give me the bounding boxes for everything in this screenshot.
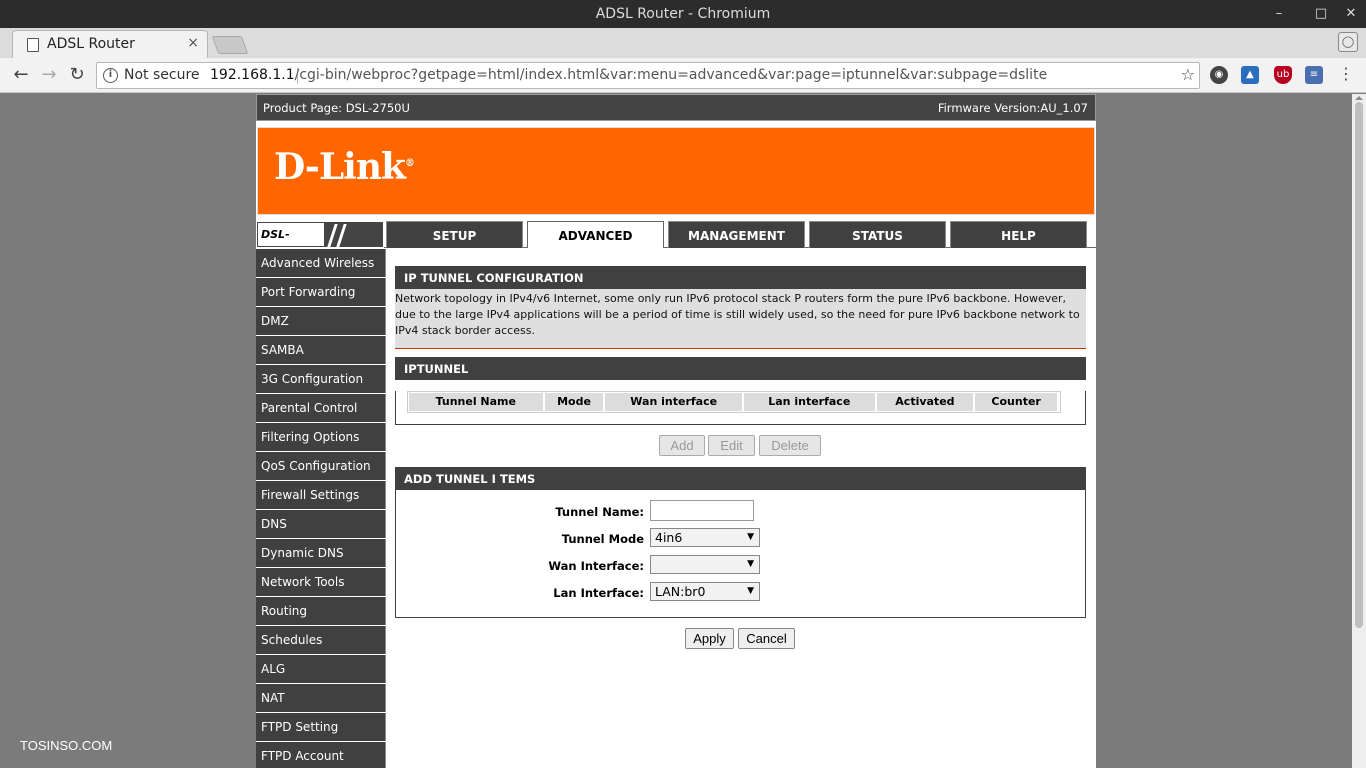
- sidebar-item-ftpd-account[interactable]: FTPD Account: [256, 742, 386, 768]
- column-header: Tunnel Name: [409, 393, 543, 411]
- main-nav: DSL-2750U SETUP ADVANCED MANAGEMENT STAT…: [256, 221, 1096, 264]
- wan-interface-select[interactable]: ▼: [650, 555, 760, 574]
- new-tab-button[interactable]: [211, 36, 249, 54]
- maximize-icon[interactable]: □: [1306, 0, 1336, 28]
- sidebar-item-filtering-options[interactable]: Filtering Options: [256, 423, 386, 451]
- browser-toolbar: ← → ↻ i Not secure 192.168.1.1/cgi-bin/w…: [0, 58, 1366, 93]
- page-scrollbar[interactable]: [1352, 94, 1366, 768]
- lan-interface-label: Lan Interface:: [553, 586, 644, 600]
- tunnel-mode-select[interactable]: 4in6 ▼: [650, 528, 760, 547]
- router-page: Product Page: DSL-2750U Firmware Version…: [256, 94, 1096, 768]
- scroll-thumb[interactable]: [1355, 102, 1363, 628]
- browser-tab[interactable]: ADSL Router ×: [12, 30, 208, 58]
- chevron-down-icon: ▼: [747, 559, 754, 569]
- iptunnel-section-title: IPTUNNEL: [395, 357, 1086, 380]
- tab-strip: ADSL Router × ◯: [0, 28, 1366, 58]
- cancel-button[interactable]: Cancel: [738, 628, 795, 649]
- back-icon[interactable]: ←: [9, 64, 33, 86]
- tab-help[interactable]: HELP: [950, 221, 1087, 248]
- column-header: Mode: [544, 393, 604, 411]
- chevron-down-icon: ▼: [747, 586, 754, 596]
- sidebar-item-parental-control[interactable]: Parental Control: [256, 394, 386, 422]
- sidebar-item-dynamic-dns[interactable]: Dynamic DNS: [256, 539, 386, 567]
- form-action-row: Apply Cancel: [395, 618, 1086, 660]
- add-tunnel-form: Tunnel Name: Tunnel Mode 4in6 ▼ Wan Inter…: [395, 490, 1086, 618]
- tunnel-name-input[interactable]: [650, 500, 754, 521]
- sidebar-item-port-forwarding[interactable]: Port Forwarding: [256, 278, 386, 306]
- product-page: Product Page: DSL-2750U: [263, 101, 410, 115]
- person-icon[interactable]: ◯: [1338, 32, 1358, 52]
- lan-interface-select[interactable]: LAN:br0 ▼: [650, 582, 760, 601]
- firmware-version: Firmware Version:AU_1.07: [937, 101, 1088, 115]
- config-section-title: IP TUNNEL CONFIGURATION: [395, 266, 1086, 289]
- model-label: DSL-2750U: [258, 223, 324, 264]
- tab-management[interactable]: MANAGEMENT: [668, 221, 805, 248]
- menu-icon[interactable]: ⋮: [1338, 64, 1354, 83]
- sidebar-item-qos-configuration[interactable]: QoS Configuration: [256, 452, 386, 480]
- tunnel-name-label: Tunnel Name:: [555, 505, 644, 519]
- iptunnel-table-box: Tunnel Name Mode Wan interface Lan inter…: [395, 391, 1086, 425]
- delete-button[interactable]: Delete: [759, 435, 821, 456]
- page-icon: [27, 38, 39, 52]
- table-action-row: Add Edit Delete: [395, 425, 1086, 467]
- column-header: Wan interface: [605, 393, 742, 411]
- dlink-logo: D-Link®: [274, 146, 415, 188]
- router-topbar: Product Page: DSL-2750U Firmware Version…: [256, 94, 1096, 121]
- apply-button[interactable]: Apply: [685, 628, 734, 649]
- tab-close-icon[interactable]: ×: [187, 35, 199, 51]
- dlink-banner: D-Link®: [257, 127, 1095, 215]
- sidebar-item-ftpd-setting[interactable]: FTPD Setting: [256, 713, 386, 741]
- extension-icon[interactable]: ▲: [1241, 66, 1259, 84]
- iptunnel-table: Tunnel Name Mode Wan interface Lan inter…: [407, 391, 1061, 413]
- address-bar[interactable]: i Not secure 192.168.1.1/cgi-bin/webproc…: [96, 62, 1200, 89]
- tab-advanced[interactable]: ADVANCED: [527, 221, 664, 248]
- info-icon[interactable]: i: [103, 68, 118, 83]
- config-description: Network topology in IPv4/v6 Internet, so…: [395, 289, 1086, 349]
- close-window-icon[interactable]: ✕: [1336, 0, 1366, 28]
- sidebar-item-advanced-wireless[interactable]: Advanced Wireless: [256, 249, 386, 277]
- minimize-icon[interactable]: –: [1264, 0, 1294, 28]
- sidebar-item-dns[interactable]: DNS: [256, 510, 386, 538]
- add-tunnel-section-title: ADD TUNNEL I TEMS: [395, 467, 1086, 490]
- main-content: IP TUNNEL CONFIGURATION Network topology…: [395, 266, 1086, 660]
- sidebar-item-network-tools[interactable]: Network Tools: [256, 568, 386, 596]
- chromecast-icon[interactable]: ◉: [1210, 66, 1228, 84]
- sidebar-item-schedules[interactable]: Schedules: [256, 626, 386, 654]
- sidebar-item-routing[interactable]: Routing: [256, 597, 386, 625]
- security-indicator[interactable]: Not secure: [124, 67, 200, 83]
- translate-icon[interactable]: ≡: [1305, 66, 1323, 84]
- page-viewport: Product Page: DSL-2750U Firmware Version…: [0, 94, 1366, 768]
- sidebar-item-firewall-settings[interactable]: Firewall Settings: [256, 481, 386, 509]
- scroll-up-icon[interactable]: [1355, 96, 1363, 100]
- bookmark-star-icon[interactable]: ☆: [1181, 65, 1195, 84]
- tab-title: ADSL Router: [47, 36, 135, 52]
- sidebar-item-3g-configuration[interactable]: 3G Configuration: [256, 365, 386, 393]
- url-text[interactable]: 192.168.1.1/cgi-bin/webproc?getpage=html…: [210, 67, 1047, 83]
- tab-status[interactable]: STATUS: [809, 221, 946, 248]
- ublock-icon[interactable]: ub: [1274, 66, 1292, 84]
- watermark: TOSINSO.COM: [20, 738, 113, 753]
- tunnel-mode-label: Tunnel Mode: [561, 532, 644, 546]
- url-path: /cgi-bin/webproc?getpage=html/index.html…: [294, 67, 1048, 83]
- wan-interface-label: Wan Interface:: [548, 559, 644, 573]
- window-title: ADSL Router - Chromium: [595, 6, 771, 22]
- chevron-down-icon: ▼: [747, 532, 754, 542]
- reload-icon[interactable]: ↻: [65, 64, 89, 86]
- url-host: 192.168.1.1: [210, 67, 295, 83]
- sidebar-item-nat[interactable]: NAT: [256, 684, 386, 712]
- window-titlebar: ADSL Router - Chromium: [0, 0, 1366, 28]
- sidebar-item-alg[interactable]: ALG: [256, 655, 386, 683]
- sidebar-item-dmz[interactable]: DMZ: [256, 307, 386, 335]
- column-header: Lan interface: [743, 393, 875, 411]
- model-badge: DSL-2750U: [256, 221, 384, 264]
- add-button[interactable]: Add: [659, 435, 705, 456]
- tab-setup[interactable]: SETUP: [386, 221, 523, 248]
- column-header: Activated: [876, 393, 974, 411]
- advanced-sidebar: Advanced Wireless Port Forwarding DMZ SAMBA…: [256, 249, 386, 768]
- edit-button[interactable]: Edit: [708, 435, 755, 456]
- forward-icon[interactable]: →: [37, 64, 61, 86]
- slash-decoration: [336, 224, 347, 247]
- column-header: Counter: [975, 393, 1058, 411]
- sidebar-item-samba[interactable]: SAMBA: [256, 336, 386, 364]
